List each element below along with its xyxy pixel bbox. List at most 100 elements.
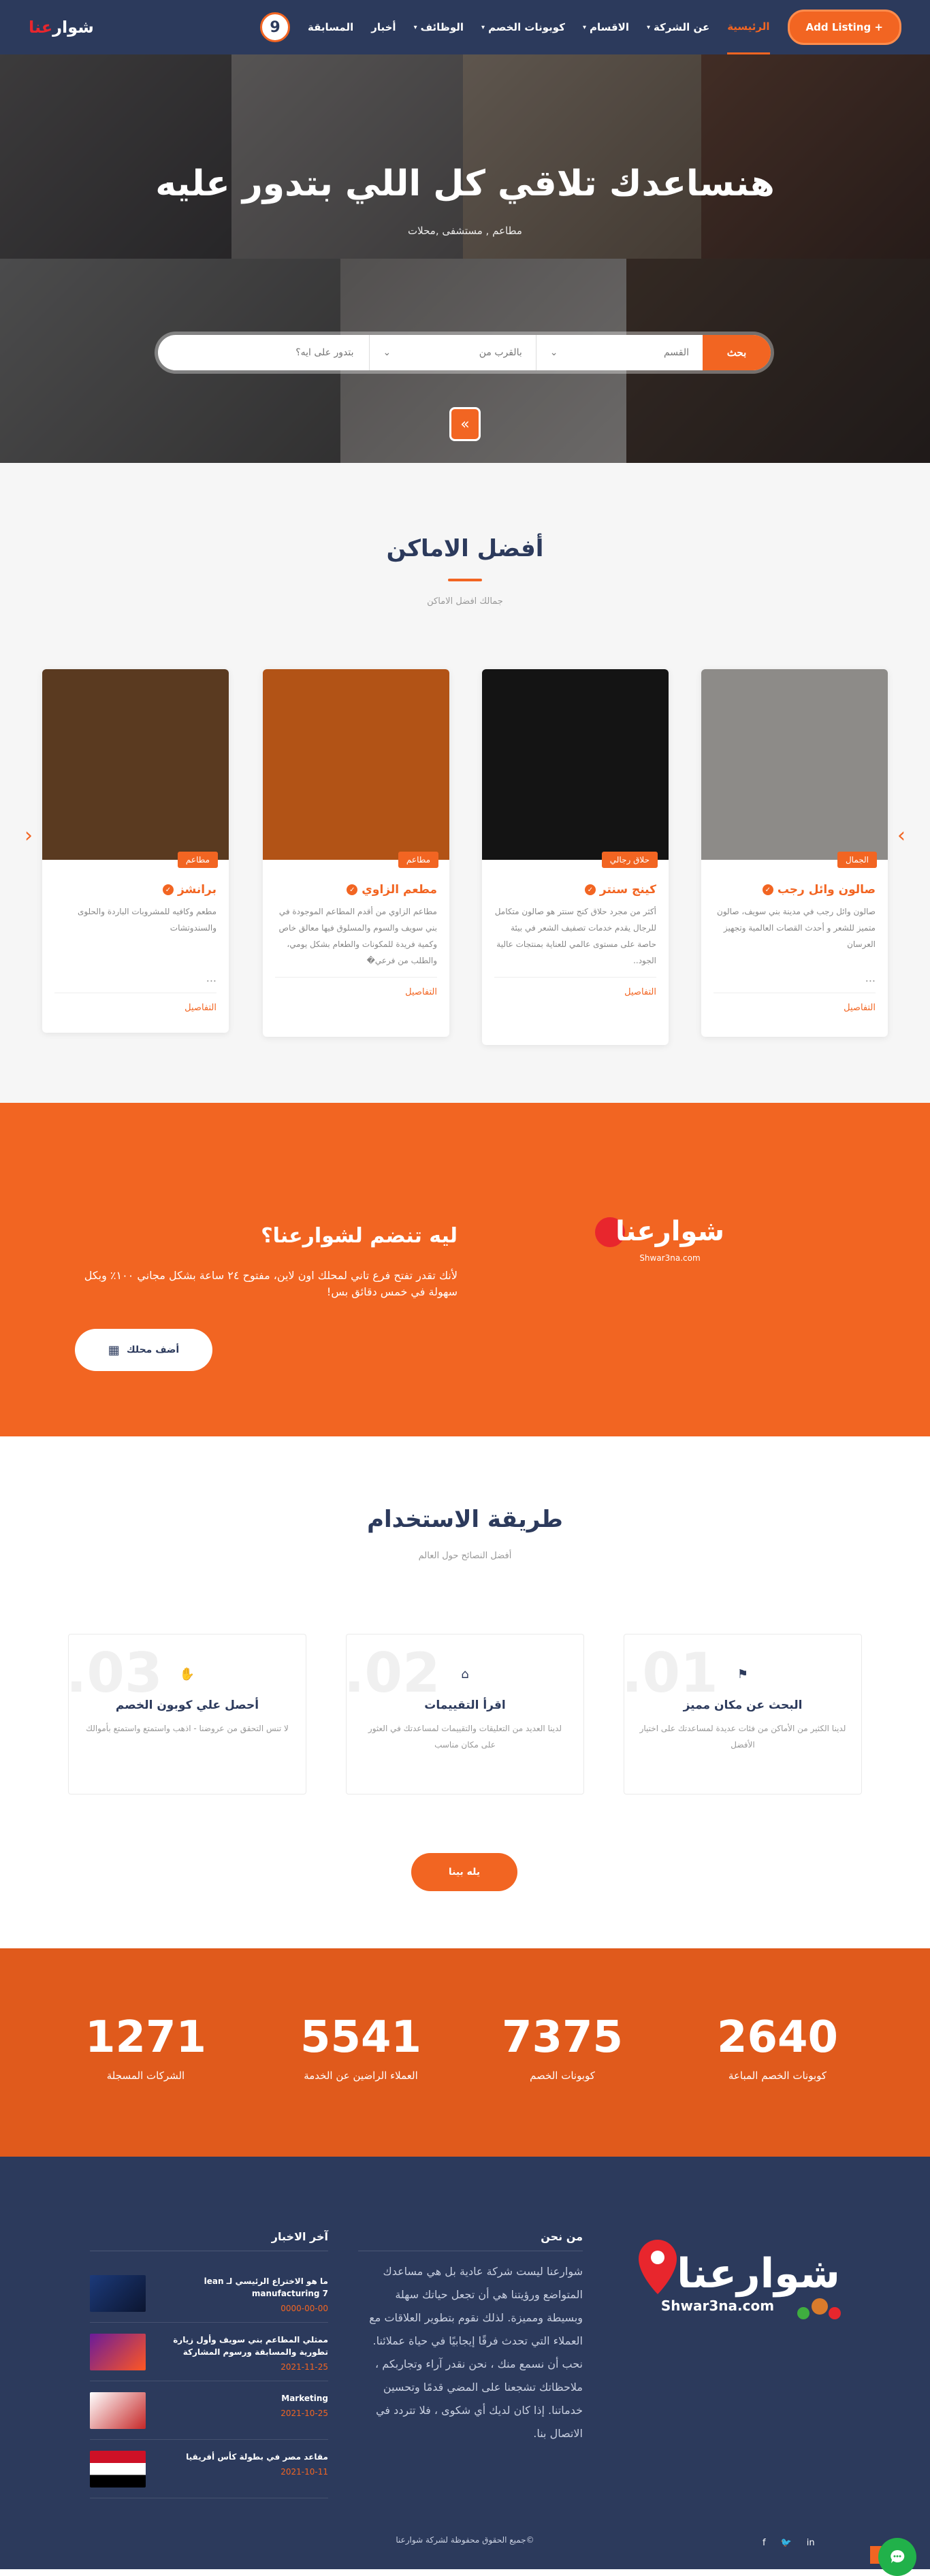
places-carousel: ‹ › الجمال صالون وائل رجب ✓ صالون وائل ر…	[25, 669, 905, 1050]
category-select[interactable]: القسم ⌄	[535, 335, 703, 370]
place-name[interactable]: صالون وائل رجب ✓	[713, 883, 876, 897]
top-navbar: + Add Listing الرئيسية عن الشركة ▾ الاقسام ▾…	[0, 0, 930, 54]
about-text: شوارعنا ليست شركة عادية بل هي مساعدك الم…	[369, 2265, 583, 2440]
section-title: طريقة الاستخدام	[367, 1506, 563, 1533]
chat-icon[interactable]	[878, 2538, 916, 2576]
chevron-down-icon: ⌄	[549, 347, 558, 358]
category-badge: حلاق رجالي	[601, 852, 658, 868]
step-title: اقرأ التقييمات	[424, 1698, 506, 1712]
nav-right-group: + Add Listing الرئيسية عن الشركة ▾ الاقسام ▾…	[259, 0, 901, 54]
section-title: أفضل الاماكن	[386, 535, 544, 562]
facebook-icon[interactable]: f	[763, 2538, 766, 2548]
nav-item-6[interactable]: المسابقة	[308, 0, 353, 54]
step-number: 03.	[66, 1641, 163, 1705]
place-name-text: صالون وائل رجب	[777, 883, 876, 897]
place-name-text: مطعم الزاوي	[362, 883, 437, 897]
nav-item-4[interactable]: الوظائف ▾	[414, 0, 464, 54]
linkedin-icon[interactable]: in	[807, 2538, 815, 2548]
hero-overlay	[0, 54, 930, 463]
step-text: لدينا العديد من التعليقات والتقييمات لمس…	[368, 1724, 562, 1750]
news-date: 2021-11-25	[280, 2362, 328, 2372]
place-card[interactable]: مطاعم برانشز ✓ مطعم وكافيه للمشروبات الب…	[42, 669, 229, 1033]
hero-subtitle: مطاعم , مستشفى ,محلات	[408, 225, 522, 237]
place-image: الجمال	[701, 669, 888, 868]
place-name[interactable]: كينج سنتر ✓	[494, 883, 656, 897]
hero-content: هنساعدك تلاقي كل اللي بتدور عليه مطاعم ,…	[0, 163, 930, 237]
details-link[interactable]: التفاصيل	[54, 993, 217, 1013]
details-link[interactable]: التفاصيل	[494, 977, 656, 997]
hero-section: هنساعدك تلاقي كل اللي بتدور عليه مطاعم ,…	[0, 54, 930, 463]
news-item[interactable]: ما هو الاختراع الرئيسي لـ lean manufactu…	[90, 2264, 328, 2323]
nav-item-label: المسابقة	[307, 21, 354, 33]
news-title: Marketing	[281, 2394, 328, 2403]
stat-label: كوبونات الخصم	[530, 2070, 595, 2082]
ellipsis: ...	[206, 971, 217, 984]
start-button[interactable]: يله بينا	[411, 1853, 517, 1891]
search-input[interactable]	[158, 335, 369, 370]
place-name[interactable]: برانشز ✓	[54, 883, 217, 897]
stat-item: 7375 كوبونات الخصم	[487, 2014, 637, 2082]
place-card[interactable]: حلاق رجالي كينج سنتر ✓ أكثر من مجرد حلاق…	[482, 669, 669, 1045]
news-item[interactable]: مقاعد مصر في بطولة كأس أفريقيا 2021-10-1…	[90, 2440, 328, 2498]
news-info: ممثلي المطاعم بني سويف وأول زيارة تطورية…	[155, 2334, 328, 2372]
how-to-use-section: طريقة الاستخدام أفضل النصائح حول العالم …	[0, 1436, 930, 1948]
carousel-prev-arrow[interactable]: ‹	[19, 824, 38, 848]
news-date: 2021-10-11	[280, 2467, 328, 2477]
place-image: مطاعم	[42, 669, 229, 868]
add-shop-button[interactable]: أضف محلك ▦	[75, 1329, 212, 1371]
stat-label: الشركات المسجلة	[106, 2070, 185, 2082]
nav-item-3[interactable]: كوبونات الخصم ▾	[481, 0, 565, 54]
place-name[interactable]: مطعم الزاوي ✓	[275, 883, 437, 897]
add-listing-button[interactable]: + Add Listing	[787, 10, 901, 45]
nav-item-2[interactable]: الاقسام ▾	[583, 0, 629, 54]
verified-icon: ✓	[347, 884, 358, 895]
nav-item-label: عن الشركة	[654, 21, 710, 33]
search-button[interactable]: بحث	[703, 335, 771, 370]
step-number: 01.	[622, 1641, 718, 1705]
site-logo[interactable]: شوارعنا	[29, 18, 94, 37]
details-label: التفاصيل	[405, 987, 437, 997]
step-text: لدينا الكثير من الأماكن من فئات عديدة لم…	[639, 1724, 846, 1750]
hand-icon: ✋	[179, 1667, 195, 1681]
news-thumbnail	[90, 2451, 146, 2488]
place-image: مطاعم	[263, 669, 449, 868]
step-card: 01. ⚑ البحث عن مكان مميز لدينا الكثير من…	[622, 1634, 862, 1794]
nearby-select-label: بالقرب من	[479, 347, 522, 358]
place-body: صالون وائل رجب ✓ صالون وائل رجب في مدينة…	[701, 860, 888, 1027]
place-card[interactable]: الجمال صالون وائل رجب ✓ صالون وائل رجب ف…	[701, 669, 888, 1037]
ellipsis: ...	[865, 971, 876, 984]
nav-item-5[interactable]: أخبار	[371, 0, 396, 54]
place-card[interactable]: مطاعم مطعم الزاوي ✓ مطاعم الزاوي من أقدم…	[263, 669, 449, 1037]
about-title: من نحن	[541, 2230, 583, 2243]
nav-item-1[interactable]: عن الشركة ▾	[647, 0, 709, 54]
news-thumbnail	[90, 2392, 146, 2429]
stat-item: 2640 كوبونات الخصم المباعة	[703, 2014, 852, 2082]
logo-text-part2: عنا	[29, 18, 53, 37]
chevron-down-icon: ▾	[481, 23, 485, 31]
add-shop-label: أضف محلك	[126, 1345, 180, 1355]
twitter-icon[interactable]: 🐦	[781, 2538, 792, 2548]
news-item[interactable]: Marketing 2021-10-25	[90, 2381, 328, 2440]
location-icon: ⚑	[737, 1667, 749, 1681]
nearby-select[interactable]: بالقرب من ⌄	[368, 335, 536, 370]
details-link[interactable]: التفاصيل	[275, 977, 437, 997]
details-label: التفاصيل	[185, 1003, 217, 1013]
store-icon: ⌂	[461, 1667, 469, 1681]
place-name-text: كينج سنتر	[599, 883, 656, 897]
nav-item-label: كوبونات الخصم	[488, 21, 565, 33]
notification-badge[interactable]: 9	[259, 12, 290, 42]
footer-logo: شوارعنا Shwar3na.com	[639, 2240, 841, 2319]
best-places-section: أفضل الاماكن جمالك افضل الاماكن ‹ › الجم…	[0, 463, 930, 1103]
carousel-next-arrow[interactable]: ›	[892, 824, 911, 848]
double-chevron-down-icon[interactable]: »	[449, 407, 481, 441]
nav-item-label: الوظائف	[420, 21, 464, 33]
nav-item-0[interactable]: الرئيسية	[727, 0, 770, 54]
hero-title: هنساعدك تلاقي كل اللي بتدور عليه	[155, 163, 775, 204]
title-underline	[448, 579, 482, 581]
join-logo: شوارعنا Shwar3na.com	[595, 1216, 724, 1263]
place-body: كينج سنتر ✓ أكثر من مجرد حلاق كنج سنتر ه…	[482, 860, 669, 1011]
category-badge: الجمال	[837, 852, 877, 868]
news-item[interactable]: ممثلي المطاعم بني سويف وأول زيارة تطورية…	[90, 2323, 328, 2381]
details-link[interactable]: التفاصيل	[713, 993, 876, 1013]
category-select-label: القسم	[663, 347, 689, 358]
